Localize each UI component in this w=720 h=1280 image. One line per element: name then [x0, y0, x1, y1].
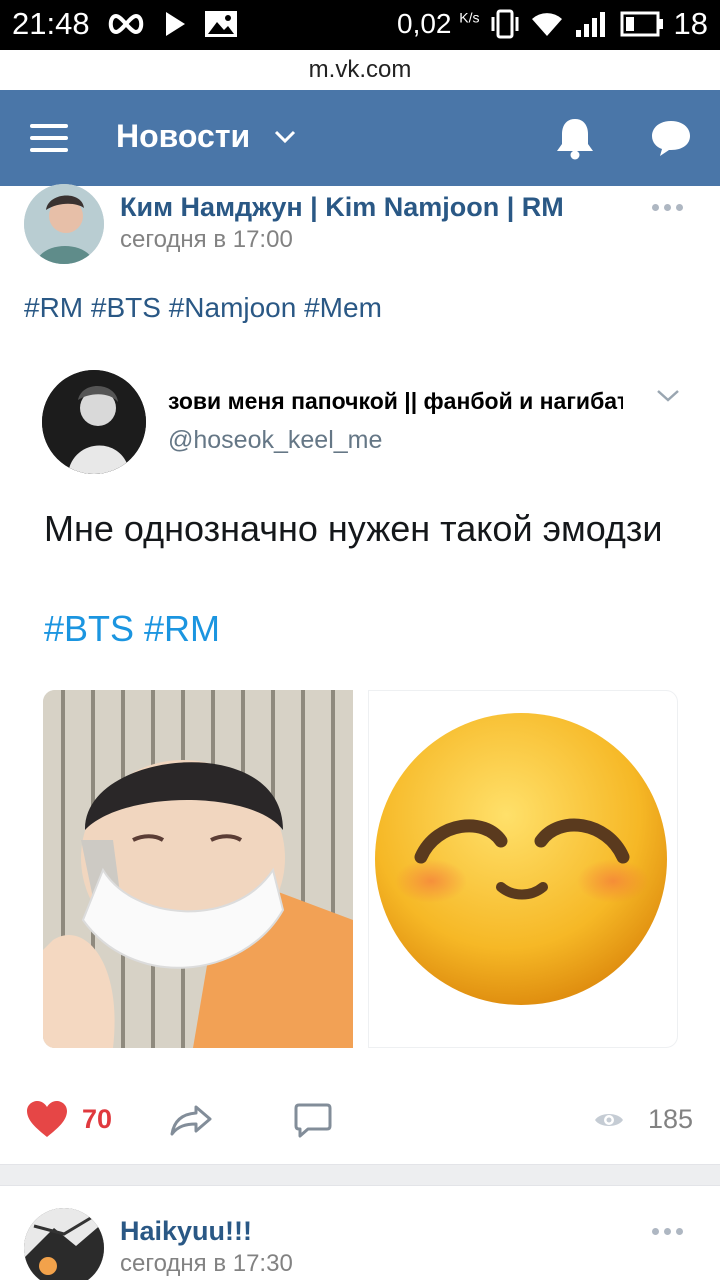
feed-divider [0, 1164, 720, 1186]
play-icon [166, 12, 185, 36]
wifi-icon [531, 13, 562, 36]
tweet-handle: @hoseok_keel_me [168, 426, 383, 454]
chevron-down-icon[interactable] [274, 130, 296, 144]
menu-icon[interactable] [30, 124, 68, 152]
app-header: Новости [0, 90, 720, 186]
share-icon[interactable] [170, 1104, 212, 1136]
tweet-hashtags: #BTS #RM [44, 608, 221, 649]
tweet-author-name: зови меня папочкой || фанбой и нагибатор [168, 388, 623, 414]
post-timestamp[interactable]: сегодня в 17:00 [120, 226, 293, 254]
post-author-avatar[interactable] [24, 184, 104, 264]
view-counter: 185 [594, 1104, 693, 1135]
message-icon[interactable] [650, 118, 692, 158]
next-post-timestamp[interactable]: сегодня в 17:30 [120, 1250, 293, 1278]
signal-icon [575, 12, 605, 37]
status-bar: 21:48 0,02 K/s 18 [0, 0, 720, 50]
heart-icon [27, 1101, 67, 1137]
more-options-icon[interactable] [652, 1228, 683, 1235]
network-speed: 0,02 K/s [397, 8, 480, 39]
like-count: 70 [82, 1103, 113, 1134]
tweet-photo-person[interactable] [43, 690, 353, 1048]
like-button[interactable]: 70 [26, 1100, 112, 1138]
bell-icon[interactable] [554, 116, 596, 160]
more-options-icon[interactable] [652, 204, 683, 211]
eye-icon [595, 1113, 623, 1126]
chevron-down-icon [657, 390, 679, 402]
infinity-icon [108, 13, 144, 35]
image-icon [205, 11, 237, 37]
comment-icon[interactable] [294, 1103, 332, 1139]
tweet-author-avatar [42, 370, 146, 474]
vibrate-icon [491, 9, 519, 39]
next-post-author-name[interactable]: Haikyuu!!! [120, 1216, 252, 1247]
post-hashtags[interactable]: #RM #BTS #Namjoon #Mem [24, 292, 382, 324]
tweet-photo-emoji[interactable] [368, 690, 678, 1048]
page-title[interactable]: Новости [116, 118, 250, 155]
clock: 21:48 [12, 6, 90, 41]
view-count: 185 [648, 1104, 694, 1134]
post-author-name[interactable]: Ким Намджун | Kim Namjoon | RM [120, 192, 620, 223]
next-post-avatar[interactable] [24, 1208, 104, 1280]
battery-level: 18 [673, 6, 708, 41]
battery-icon [620, 11, 663, 37]
tweet-text: Мне однозначно нужен такой эмодзи [44, 508, 663, 549]
url-bar[interactable]: m.vk.com [0, 50, 720, 90]
